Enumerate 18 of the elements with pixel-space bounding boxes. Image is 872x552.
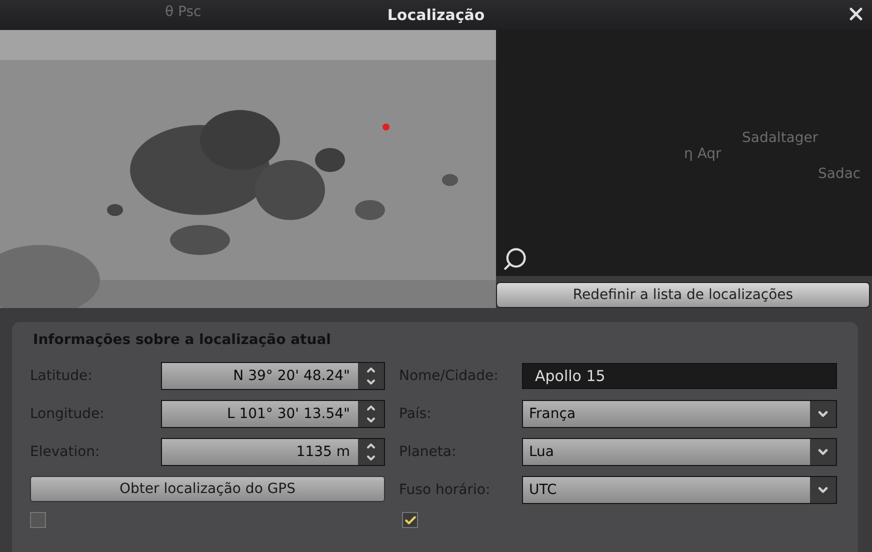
name-input-field[interactable]: Apollo 15 xyxy=(522,363,837,389)
window-title: Localização xyxy=(387,6,485,24)
dropdown[interactable]: UTC xyxy=(522,476,837,504)
spin-field[interactable]: 1135 m xyxy=(161,438,385,466)
star-label: θ Psc xyxy=(165,4,202,20)
star-label: Sadac xyxy=(818,166,861,182)
spin-field[interactable]: N 39° 20' 48.24" xyxy=(161,362,385,390)
star-label: Sadaltager xyxy=(742,130,818,146)
search-icon[interactable] xyxy=(502,246,528,272)
reset-list-button[interactable]: Redefinir a lista de localizações xyxy=(496,282,870,308)
section-title: Informações sobre a localização atual xyxy=(33,332,332,350)
dropdown[interactable]: Lua xyxy=(522,438,837,466)
spin-field[interactable]: L 101° 30' 13.54" xyxy=(161,400,385,428)
gps-button[interactable]: Obter localização do GPS xyxy=(30,476,385,502)
dropdown[interactable]: França xyxy=(522,400,837,428)
checkbox[interactable] xyxy=(30,512,46,528)
checkbox[interactable] xyxy=(402,512,418,528)
star-label: η Aqr xyxy=(684,146,722,162)
